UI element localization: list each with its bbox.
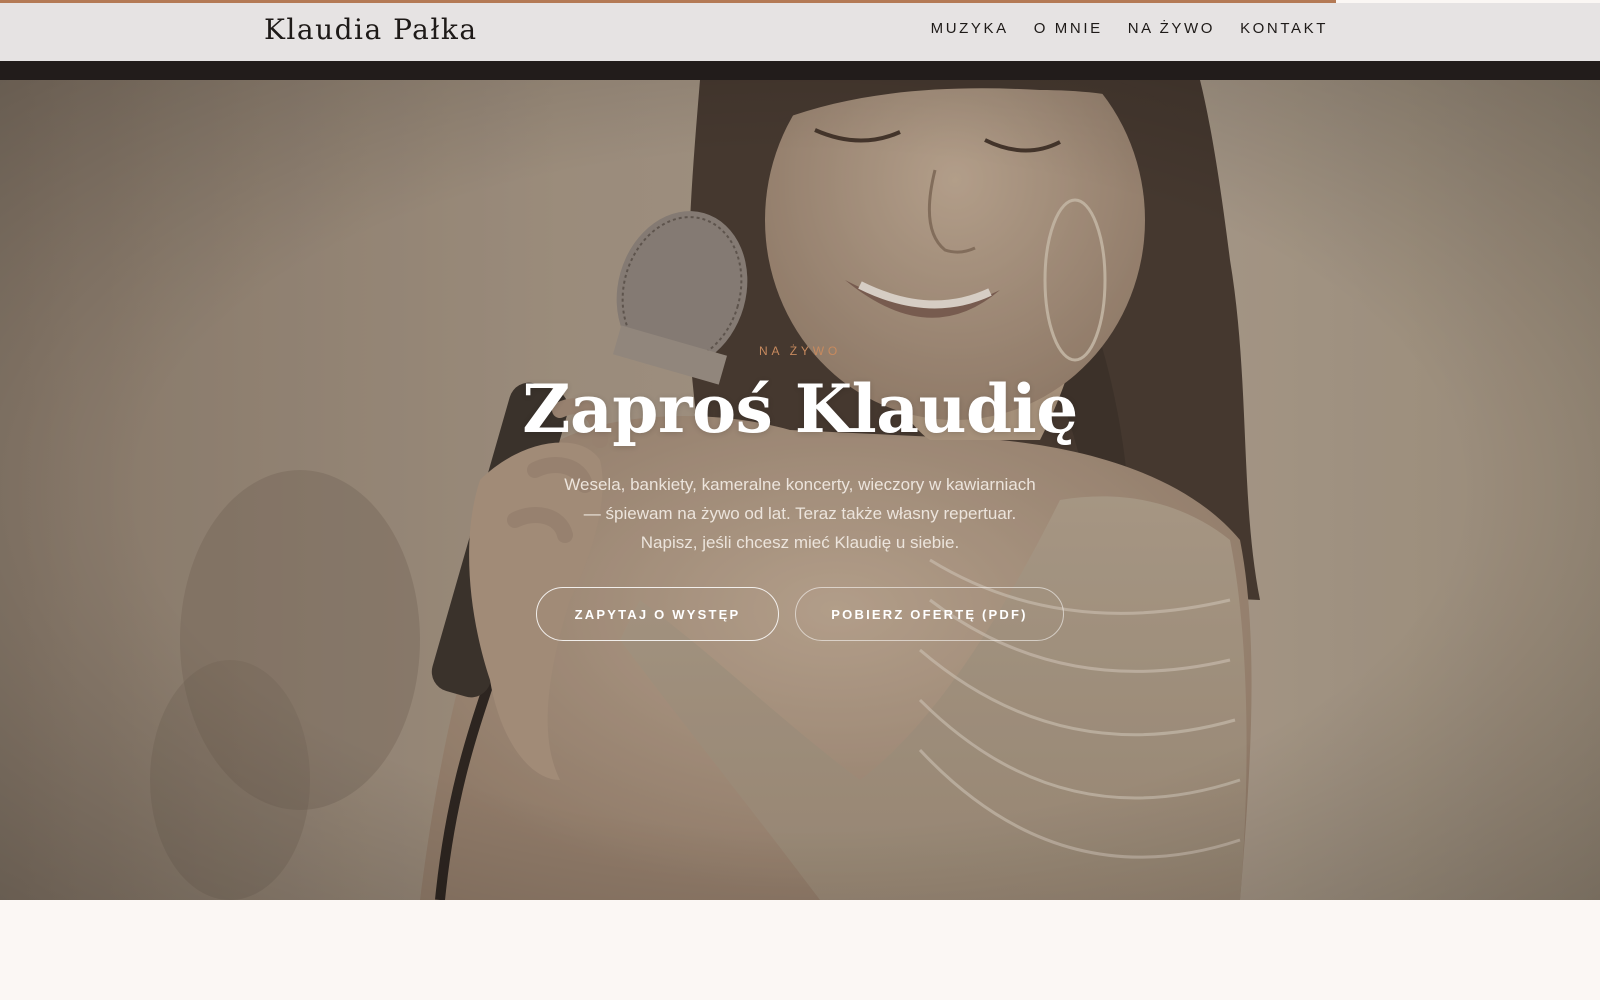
hero-content: NA ŻYWO Zaproś Klaudię Wesela, bankiety,… (0, 80, 1600, 900)
nav-item-kontakt[interactable]: KONTAKT (1240, 20, 1328, 37)
site-header: Klaudia Pałka MUZYKA O MNIE NA ŻYWO KONT… (0, 3, 1600, 61)
hero-section: NA ŻYWO Zaproś Klaudię Wesela, bankiety,… (0, 80, 1600, 900)
download-offer-pdf-button[interactable]: POBIERZ OFERTĘ (PDF) (795, 587, 1064, 641)
nav-item-muzyka[interactable]: MUZYKA (931, 20, 1009, 37)
hero-description-line: — śpiewam na żywo od lat. Teraz także wł… (583, 504, 1017, 523)
hero-description-line: Napisz, jeśli chcesz mieć Klaudię u sieb… (640, 533, 960, 552)
nav-item-o-mnie[interactable]: O MNIE (1034, 20, 1103, 37)
header-dark-band (0, 61, 1600, 80)
ask-for-performance-button[interactable]: ZAPYTAJ O WYSTĘP (536, 587, 779, 641)
site-logo[interactable]: Klaudia Pałka (264, 13, 478, 46)
hero-description-line: Wesela, bankiety, kameralne koncerty, wi… (564, 475, 1036, 494)
main-nav: MUZYKA O MNIE NA ŻYWO KONTAKT (931, 20, 1328, 37)
nav-item-na-zywo[interactable]: NA ŻYWO (1128, 20, 1215, 37)
hero-eyebrow: NA ŻYWO (759, 344, 841, 358)
hero-title: Zaproś Klaudię (522, 370, 1078, 448)
next-section (0, 900, 1600, 1000)
hero-description: Wesela, bankiety, kameralne koncerty, wi… (500, 470, 1100, 557)
